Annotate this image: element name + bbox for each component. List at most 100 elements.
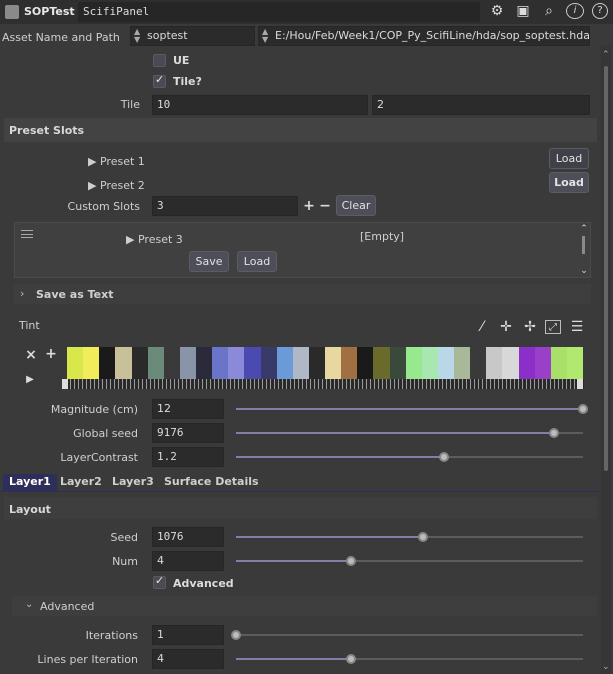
drag-handle-mid	[21, 234, 33, 235]
preset-3-panel	[14, 222, 591, 278]
node-type-icon	[5, 5, 19, 19]
load-1-button[interactable]: Load	[549, 148, 589, 169]
preset-slots-header[interactable]: Preset Slots	[4, 118, 597, 142]
load-2-button[interactable]: Load	[549, 172, 589, 193]
lines-per-iteration-field[interactable]: 4	[152, 649, 224, 669]
curve-edit-icon[interactable]: ⤢	[545, 320, 561, 334]
layer-contrast-field[interactable]: 1.2	[152, 447, 224, 467]
tile-x-field[interactable]: 10	[152, 95, 368, 115]
layer-contrast-slider[interactable]	[236, 452, 583, 462]
advanced-section-label: Advanced	[40, 600, 95, 613]
menu-icon[interactable]: ☰	[570, 320, 584, 334]
ramp-color-band	[502, 347, 519, 379]
color-ramp[interactable]	[67, 347, 583, 379]
help-icon[interactable]: ?	[592, 3, 608, 19]
advanced-checkbox[interactable]	[153, 574, 166, 589]
clear-button[interactable]: Clear	[336, 195, 376, 216]
ramp-color-band	[228, 347, 245, 379]
load-3-button[interactable]: Load	[237, 251, 277, 272]
tile-y-field[interactable]: 2	[372, 95, 590, 115]
ramp-color-band	[405, 347, 422, 379]
ramp-color-band	[534, 347, 551, 379]
global-seed-field[interactable]: 9176	[152, 423, 224, 443]
ramp-color-band	[518, 347, 535, 379]
ramp-color-band	[454, 347, 471, 379]
layout-header[interactable]: Layout	[4, 497, 597, 519]
asset-path-value: E:/Hou/Feb/Week1/COP_Py_ScifiLine/hda/so…	[275, 29, 590, 42]
minus-icon[interactable]: −	[318, 199, 332, 213]
ramp-color-band	[550, 347, 567, 379]
ramp-color-band	[115, 347, 132, 379]
scroll-up-main-icon[interactable]: ⌃	[602, 50, 610, 60]
move-icon[interactable]: ✛	[498, 320, 514, 334]
gear-icon[interactable]: ⚙	[488, 4, 506, 18]
scroll-down-main-icon[interactable]: ⌄	[602, 662, 610, 672]
ramp-color-band	[325, 347, 342, 379]
node-name-field[interactable]: ScifiPanel	[78, 2, 480, 22]
preset-3-label[interactable]: ▶ Preset 3	[126, 233, 183, 246]
tint-label: Tint	[19, 319, 40, 332]
lines-per-iteration-slider[interactable]	[236, 654, 583, 664]
asset-path-field[interactable]: ▲ ▼ E:/Hou/Feb/Week1/COP_Py_ScifiLine/hda…	[258, 26, 590, 46]
asset-name-field[interactable]: ▲ ▼ soptest	[130, 26, 255, 46]
tile-checkbox[interactable]	[153, 73, 166, 88]
ramp-color-band	[276, 347, 293, 379]
play-icon[interactable]: ▶	[24, 373, 36, 387]
ramp-key-start[interactable]	[62, 379, 68, 389]
ramp-color-band	[357, 347, 374, 379]
ue-label: UE	[173, 54, 190, 67]
plus-icon[interactable]: +	[302, 199, 316, 213]
save-button[interactable]: Save	[189, 251, 229, 272]
num-slider[interactable]	[236, 556, 583, 566]
global-seed-slider[interactable]	[236, 428, 583, 438]
main-scrollbar-thumb[interactable]	[604, 66, 608, 471]
seed-slider[interactable]	[236, 532, 583, 542]
tab-surface-details[interactable]: Surface Details	[158, 474, 265, 491]
ramp-color-band	[470, 347, 487, 379]
ue-checkbox[interactable]	[153, 54, 166, 67]
lines-per-iteration-label: Lines per Iteration	[37, 653, 138, 666]
ramp-color-band	[389, 347, 406, 379]
ramp-key-end[interactable]	[577, 379, 583, 389]
advanced-toggle-label: Advanced	[173, 577, 234, 590]
magnitude-slider[interactable]	[236, 404, 588, 414]
asset-name-value: soptest	[147, 29, 188, 42]
info-icon[interactable]: i	[566, 3, 584, 19]
tile-toggle-label: Tile?	[173, 75, 202, 88]
empty-label: [Empty]	[360, 230, 405, 243]
asset-label: Asset Name and Path	[2, 31, 120, 44]
linear-interp-icon[interactable]: ⁄	[474, 320, 490, 334]
iterations-slider[interactable]	[231, 630, 583, 640]
tab-layer1[interactable]: Layer1	[3, 474, 57, 491]
scroll-up-icon[interactable]: ⌃	[578, 222, 590, 236]
magnitude-field[interactable]: 12	[152, 399, 224, 419]
magnitude-label: Magnitude (cm)	[50, 403, 138, 416]
expand-arrow-icon: ▶	[88, 155, 100, 168]
layer-contrast-label: LayerContrast	[60, 451, 138, 464]
move-alt-icon[interactable]: ✢	[522, 320, 538, 334]
scroll-down-icon[interactable]: ⌄	[578, 264, 590, 278]
advanced-header[interactable]	[12, 596, 597, 616]
bucket-icon[interactable]: ▣	[514, 4, 532, 18]
seed-field[interactable]: 1076	[152, 527, 224, 547]
preset-1-label[interactable]: ▶ Preset 1	[88, 155, 145, 168]
node-type-label: SOPTest	[24, 5, 75, 18]
delete-key-icon[interactable]: ×	[24, 348, 38, 362]
ramp-color-band	[260, 347, 277, 379]
num-field[interactable]: 4	[152, 551, 224, 571]
num-label: Num	[112, 555, 138, 568]
inner-scrollbar[interactable]	[582, 236, 585, 254]
iterations-field[interactable]: 1	[152, 625, 224, 645]
custom-slots-field[interactable]: 3	[152, 196, 298, 216]
ramp-key-bar[interactable]	[62, 379, 584, 389]
search-icon[interactable]: ⌕	[540, 4, 558, 18]
add-key-icon[interactable]: +	[44, 347, 58, 361]
ramp-color-band	[67, 347, 84, 379]
preset-2-label[interactable]: ▶ Preset 2	[88, 179, 145, 192]
tab-bar-line	[0, 491, 600, 492]
ramp-color-band	[83, 347, 100, 379]
tab-layer3[interactable]: Layer3	[106, 474, 160, 491]
chevron-down-icon: ⌄	[25, 599, 34, 610]
ramp-color-band	[196, 347, 213, 379]
tab-layer2[interactable]: Layer2	[54, 474, 108, 491]
